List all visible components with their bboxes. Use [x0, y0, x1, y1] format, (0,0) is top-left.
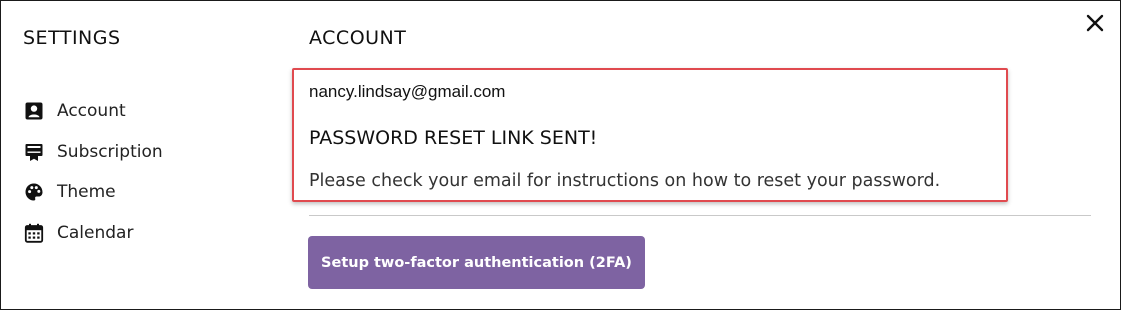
section-divider	[309, 215, 1091, 216]
password-reset-title: PASSWORD RESET LINK SENT!	[309, 127, 598, 149]
account-email: nancy.lindsay@gmail.com	[309, 82, 506, 101]
calendar-icon	[23, 222, 45, 244]
settings-sidebar: Account Subscription Theme Calendar	[23, 97, 163, 259]
palette-icon	[23, 181, 45, 203]
sidebar-item-subscription[interactable]: Subscription	[23, 138, 163, 166]
password-reset-message: Please check your email for instructions…	[309, 171, 941, 191]
sidebar-item-label: Theme	[57, 182, 116, 202]
settings-title: SETTINGS	[23, 27, 121, 49]
settings-dialog: SETTINGS Account Subscription Theme Cale…	[0, 0, 1121, 310]
sidebar-item-calendar[interactable]: Calendar	[23, 219, 163, 247]
account-section-title: ACCOUNT	[309, 27, 407, 49]
setup-2fa-button[interactable]: Setup two-factor authentication (2FA)	[308, 236, 645, 289]
close-button[interactable]	[1082, 10, 1108, 36]
subscription-icon	[23, 141, 45, 163]
sidebar-item-label: Subscription	[57, 141, 163, 162]
close-icon	[1086, 14, 1104, 32]
sidebar-item-label: Account	[57, 101, 126, 121]
sidebar-item-account[interactable]: Account	[23, 97, 163, 125]
account-box-icon	[23, 100, 45, 122]
sidebar-item-label: Calendar	[57, 222, 134, 243]
sidebar-item-theme[interactable]: Theme	[23, 178, 163, 206]
